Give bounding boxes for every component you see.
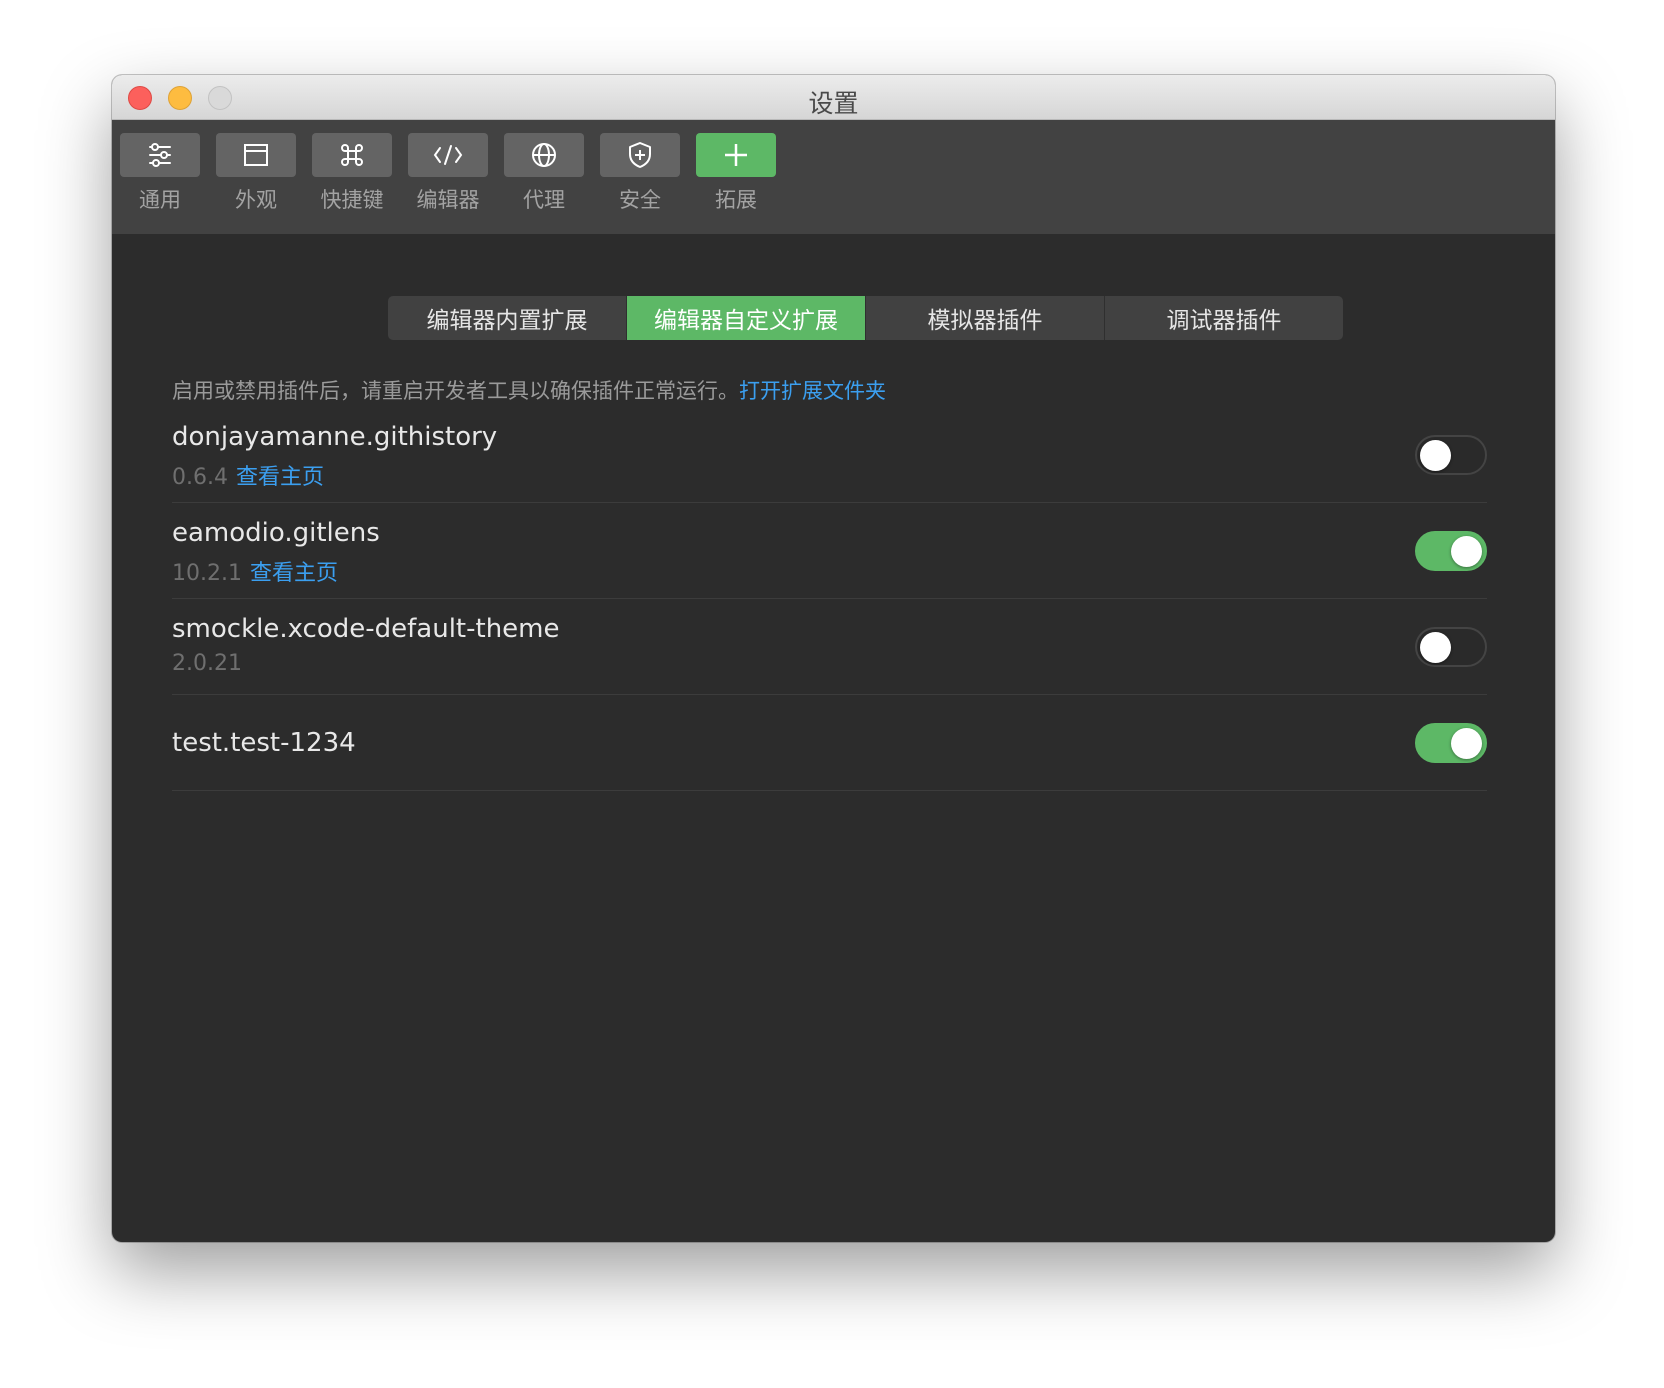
toolbar-button-shortcuts[interactable]	[312, 133, 392, 177]
toolbar-item-appearance[interactable]: 外观	[216, 133, 296, 223]
extension-list: donjayamanne.githistory 0.6.4 查看主页 eamodi…	[172, 407, 1487, 791]
toggle-knob	[1451, 728, 1482, 759]
restart-notice: 启用或禁用插件后，请重启开发者工具以确保插件正常运行。打开扩展文件夹	[172, 375, 886, 405]
toggle-knob	[1420, 440, 1451, 471]
extension-name: eamodio.gitlens	[172, 518, 380, 548]
globe-icon	[532, 143, 556, 167]
extension-toggle[interactable]	[1415, 723, 1487, 763]
notice-text: 启用或禁用插件后，请重启开发者工具以确保插件正常运行。	[172, 379, 739, 403]
extension-toggle[interactable]	[1415, 435, 1487, 475]
toolbar-button-extensions[interactable]	[696, 133, 776, 177]
tab-debugger-plugins[interactable]: 调试器插件	[1105, 296, 1343, 340]
extension-version: 2.0.21	[172, 651, 242, 676]
toolbar-item-general[interactable]: 通用	[120, 133, 200, 223]
tab-custom-extensions[interactable]: 编辑器自定义扩展	[627, 296, 866, 340]
toolbar-item-editor[interactable]: 编辑器	[408, 133, 488, 223]
shield-icon	[629, 142, 651, 168]
tab-simulator-plugins[interactable]: 模拟器插件	[866, 296, 1105, 340]
window-title: 设置	[808, 89, 859, 118]
title-bar: 设置	[112, 75, 1555, 120]
list-item: donjayamanne.githistory 0.6.4 查看主页	[172, 407, 1487, 503]
sliders-icon	[149, 143, 171, 167]
toolbar-label-general: 通用	[139, 188, 181, 212]
extension-toggle[interactable]	[1415, 531, 1487, 571]
extension-meta: 10.2.1 查看主页	[172, 555, 338, 587]
toolbar-label-security: 安全	[619, 188, 661, 212]
extension-version: 10.2.1	[172, 561, 242, 586]
toolbar-item-proxy[interactable]: 代理	[504, 133, 584, 223]
toolbar-button-general[interactable]	[120, 133, 200, 177]
extension-name: test.test-1234	[172, 728, 356, 758]
extension-tabs: 编辑器内置扩展 编辑器自定义扩展 模拟器插件 调试器插件	[388, 296, 1343, 340]
toolbar-label-editor: 编辑器	[416, 188, 480, 212]
extension-name: smockle.xcode-default-theme	[172, 614, 560, 644]
toggle-knob	[1420, 632, 1451, 663]
view-homepage-link[interactable]: 查看主页	[250, 561, 338, 586]
toolbar-item-extensions[interactable]: 拓展	[696, 133, 776, 223]
view-homepage-link[interactable]: 查看主页	[236, 465, 324, 490]
extension-toggle[interactable]	[1415, 627, 1487, 667]
toolbar-label-appearance: 外观	[235, 188, 277, 212]
toolbar-item-shortcuts[interactable]: 快捷键	[312, 133, 392, 223]
toolbar-button-security[interactable]	[600, 133, 680, 177]
command-icon	[341, 144, 363, 166]
toolbar-button-appearance[interactable]	[216, 133, 296, 177]
list-item: eamodio.gitlens 10.2.1 查看主页	[172, 503, 1487, 599]
toolbar-item-security[interactable]: 安全	[600, 133, 680, 223]
toolbar-label-proxy: 代理	[523, 188, 565, 212]
extension-version: 0.6.4	[172, 465, 228, 490]
toolbar-label-extensions: 拓展	[715, 188, 757, 212]
toolbar-button-proxy[interactable]	[504, 133, 584, 177]
code-icon	[433, 145, 463, 165]
extension-meta: 0.6.4 查看主页	[172, 459, 324, 491]
toggle-knob	[1451, 536, 1482, 567]
open-extension-folder-link[interactable]: 打开扩展文件夹	[739, 379, 886, 403]
list-item: smockle.xcode-default-theme 2.0.21	[172, 599, 1487, 695]
tab-builtin-extensions[interactable]: 编辑器内置扩展	[388, 296, 627, 340]
toolbar-button-editor[interactable]	[408, 133, 488, 177]
plus-icon	[725, 144, 747, 166]
list-item: test.test-1234	[172, 695, 1487, 791]
toolbar-label-shortcuts: 快捷键	[320, 188, 384, 212]
settings-window: 设置 通用 外观 快捷键 编辑器 代理 安全 拓展 编辑器内置扩展 编辑器自定义…	[112, 75, 1555, 1242]
extension-name: donjayamanne.githistory	[172, 422, 498, 452]
window-icon	[244, 144, 268, 166]
extension-meta: 2.0.21	[172, 651, 242, 676]
toolbar: 通用 外观 快捷键 编辑器 代理 安全 拓展	[112, 120, 1555, 234]
